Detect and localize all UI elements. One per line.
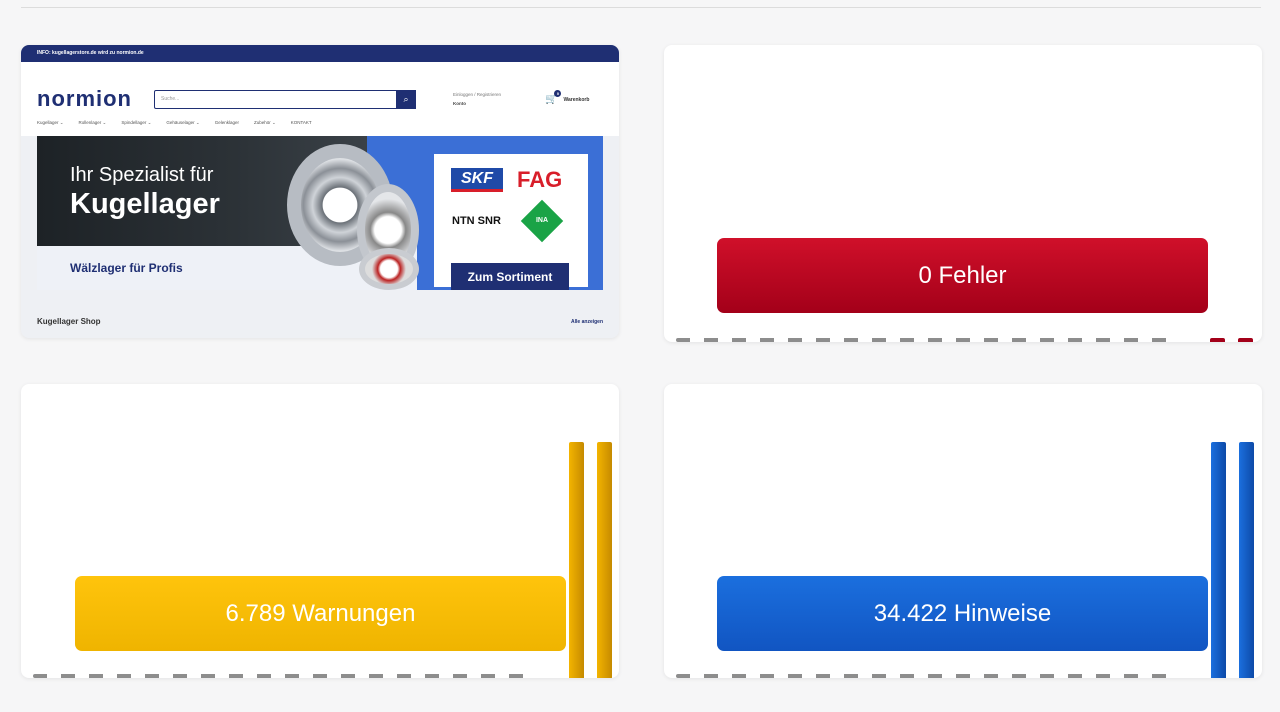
bearing-image	[359, 248, 419, 290]
hints-button[interactable]: 34.422 Hinweise	[717, 576, 1208, 651]
ina-logo-text: INA	[535, 217, 549, 224]
hints-card: 34.422 Hinweise	[664, 384, 1262, 678]
warnings-baseline	[33, 674, 533, 678]
account-link: Einloggen / Registrieren Konto	[453, 90, 501, 108]
cart-count: 0	[554, 90, 562, 97]
fag-logo: FAG	[517, 167, 563, 192]
search-placeholder: Suche...	[161, 96, 180, 102]
nav-item: Gelenklager	[214, 120, 239, 125]
nav-item: KONTAKT	[290, 120, 312, 125]
hints-bar	[1211, 442, 1226, 678]
nav-item: Rollenlager ⌄	[78, 120, 107, 125]
ina-logo: INA	[520, 199, 564, 243]
warnings-bar	[569, 442, 584, 678]
warnings-bar	[597, 442, 612, 678]
top-divider	[21, 7, 1261, 8]
errors-bar	[1210, 338, 1225, 342]
hero-line1: Ihr Spezialist für	[70, 164, 214, 186]
hero-banner: Ihr Spezialist für Kugellager Wälzlager …	[37, 136, 603, 290]
hero-line2: Kugellager	[70, 188, 220, 220]
ntn-snr-logo: NTN SNR	[452, 215, 501, 227]
site-logo: normion	[37, 86, 132, 111]
nav-item: Gehäuselager ⌄	[166, 120, 200, 125]
account-line2: Konto	[453, 101, 466, 106]
site-header: normion Suche... ⌕ Einloggen / Registrie…	[21, 62, 619, 136]
info-bar: INFO: kugellagerstore.de wird zu normion…	[21, 45, 619, 62]
errors-button[interactable]: 0 Fehler	[717, 238, 1208, 313]
warnings-card: 6.789 Warnungen	[21, 384, 619, 678]
section-title: Kugellager Shop	[37, 317, 101, 326]
hints-baseline	[676, 674, 1176, 678]
cart-icon: 🛒 0	[545, 90, 562, 105]
errors-card: 0 Fehler	[664, 45, 1262, 342]
hints-bar	[1239, 442, 1254, 678]
sortiment-button: Zum Sortiment	[451, 263, 569, 290]
brand-box: SKF FAG NTN SNR INA Zum Sortiment	[434, 154, 588, 290]
cart-label: Warenkorb	[563, 96, 590, 103]
search-icon: ⌕	[396, 90, 416, 109]
account-line1: Einloggen / Registrieren	[453, 92, 502, 97]
nav-item: Zubehör ⌄	[253, 120, 276, 125]
errors-bar	[1238, 338, 1253, 342]
nav-item: Kugellager ⌄	[37, 120, 64, 125]
hero-subtitle: Wälzlager für Profis	[70, 261, 183, 275]
site-search-input: Suche... ⌕	[154, 90, 416, 109]
site-nav: Kugellager ⌄ Rollenlager ⌄ Spindellager …	[37, 120, 312, 126]
warnings-button[interactable]: 6.789 Warnungen	[75, 576, 566, 651]
cart-link: 🛒 0 Warenkorb	[545, 90, 590, 105]
skf-logo: SKF	[451, 168, 503, 192]
section-link: Alle anzeigen	[571, 319, 603, 325]
nav-item: Spindellager ⌄	[121, 120, 152, 125]
errors-baseline	[676, 338, 1176, 342]
website-screenshot-card[interactable]: INFO: kugellagerstore.de wird zu normion…	[21, 45, 619, 338]
